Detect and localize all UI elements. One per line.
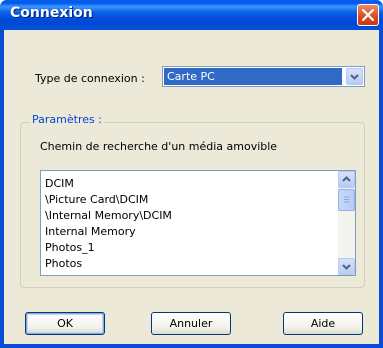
list-item[interactable]: Photos_1 bbox=[45, 240, 335, 256]
scroll-thumb[interactable] bbox=[338, 189, 355, 211]
help-button[interactable]: Aide bbox=[283, 312, 363, 335]
grip-icon bbox=[344, 196, 349, 203]
window-title: Connexion bbox=[10, 5, 93, 21]
close-icon bbox=[362, 9, 374, 21]
ok-button[interactable]: OK bbox=[25, 312, 105, 335]
search-path-label: Chemin de recherche d'un média amovible bbox=[40, 140, 278, 153]
dropdown-button[interactable] bbox=[346, 68, 363, 85]
list-item[interactable]: \Picture Card\DCIM bbox=[45, 192, 335, 208]
search-path-list[interactable]: DCIM \Picture Card\DCIM \Internal Memory\D… bbox=[40, 170, 356, 276]
vertical-scrollbar[interactable] bbox=[338, 171, 355, 275]
scroll-up-button[interactable] bbox=[338, 171, 355, 188]
parameters-legend: Paramètres : bbox=[30, 113, 104, 126]
cancel-button[interactable]: Annuler bbox=[151, 312, 231, 335]
title-bar[interactable]: Connexion bbox=[0, 0, 383, 30]
close-button[interactable] bbox=[357, 4, 379, 26]
chevron-down-icon bbox=[342, 264, 351, 270]
scroll-down-button[interactable] bbox=[338, 258, 355, 275]
list-item[interactable]: DCIM bbox=[45, 176, 335, 192]
connection-type-value: Carte PC bbox=[164, 68, 342, 85]
list-item[interactable]: Photos bbox=[45, 256, 335, 272]
chevron-up-icon bbox=[342, 176, 351, 182]
connection-type-select[interactable]: Carte PC bbox=[162, 66, 365, 87]
search-path-items: DCIM \Picture Card\DCIM \Internal Memory\D… bbox=[45, 176, 335, 272]
connection-type-label: Type de connexion : bbox=[35, 72, 145, 85]
chevron-down-icon bbox=[350, 74, 359, 80]
list-item[interactable]: Internal Memory bbox=[45, 224, 335, 240]
list-item[interactable]: \Internal Memory\DCIM bbox=[45, 208, 335, 224]
